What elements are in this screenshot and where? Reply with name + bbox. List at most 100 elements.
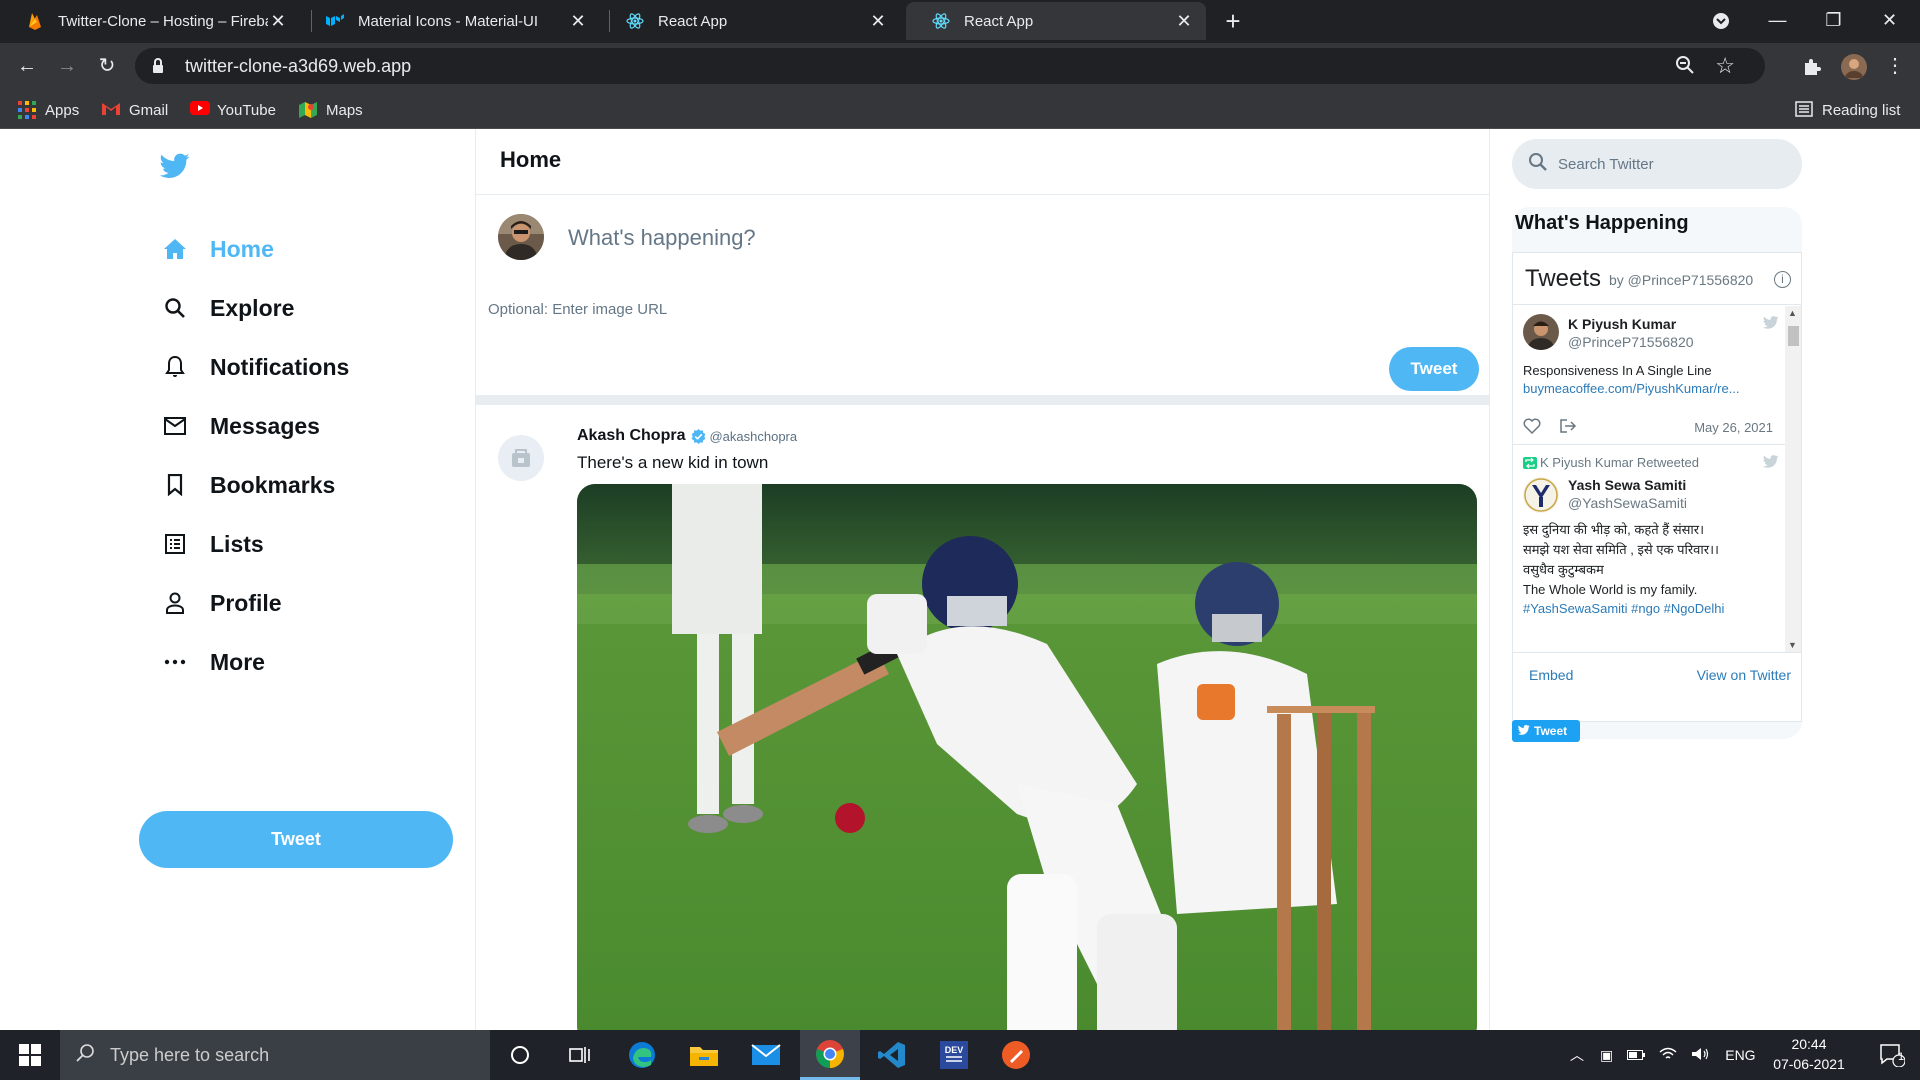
chrome-icon[interactable] bbox=[800, 1030, 860, 1080]
heart-icon[interactable] bbox=[1523, 418, 1541, 439]
widget-title: What's Happening bbox=[1515, 212, 1689, 234]
sidebar-item-explore[interactable]: Explore bbox=[160, 283, 294, 333]
tab-strip: Twitter-Clone – Hosting – Firebase ✕ Mat… bbox=[0, 0, 1920, 43]
share-icon[interactable] bbox=[1559, 418, 1577, 439]
embed-timeline[interactable]: K Piyush Kumar @PrinceP71556820 Responsi… bbox=[1513, 306, 1801, 652]
forward-button[interactable]: → bbox=[52, 51, 82, 81]
embed-tweet-name[interactable]: K Piyush Kumar bbox=[1568, 316, 1676, 332]
search-input[interactable]: Search Twitter bbox=[1512, 139, 1802, 189]
embed-by[interactable]: by @PrinceP71556820 bbox=[1609, 272, 1753, 288]
sidebar-item-lists[interactable]: Lists bbox=[160, 519, 264, 569]
scroll-up-arrow[interactable]: ▲ bbox=[1788, 308, 1798, 318]
info-icon[interactable]: i bbox=[1774, 271, 1791, 288]
menu-icon[interactable]: ⋮ bbox=[1880, 51, 1910, 81]
post-author-name[interactable]: Akash Chopra bbox=[577, 427, 685, 445]
tab-material-icons[interactable]: Material Icons - Material-UI ✕ bbox=[300, 2, 600, 40]
meet-now-icon[interactable]: ▣ bbox=[1600, 1047, 1613, 1064]
extensions-icon[interactable] bbox=[1797, 51, 1827, 81]
embed-scrollbar[interactable]: ▲ ▼ bbox=[1785, 306, 1801, 652]
taskbar-search-input[interactable]: Type here to search bbox=[60, 1030, 490, 1080]
cortana-icon[interactable] bbox=[490, 1030, 550, 1080]
postman-icon[interactable] bbox=[986, 1030, 1046, 1080]
embed-tweet-link[interactable]: buymeacoffee.com/PiyushKumar/re... bbox=[1523, 381, 1768, 396]
sidebar-item-bookmarks[interactable]: Bookmarks bbox=[160, 460, 335, 510]
sidebar-item-notifications[interactable]: Notifications bbox=[160, 342, 349, 392]
url-text[interactable]: twitter-clone-a3d69.web.app bbox=[185, 56, 411, 77]
scrollbar-thumb[interactable] bbox=[1788, 326, 1799, 346]
post-text: There's a new kid in town bbox=[577, 453, 769, 472]
windows-start-icon[interactable] bbox=[0, 1030, 60, 1080]
reading-list[interactable]: Reading list bbox=[1795, 97, 1900, 123]
profile-avatar[interactable] bbox=[1839, 51, 1869, 81]
battery-icon[interactable] bbox=[1627, 1047, 1646, 1063]
sidebar-item-more[interactable]: More bbox=[160, 637, 265, 687]
post-image[interactable] bbox=[577, 484, 1477, 1030]
reload-button[interactable]: ↻ bbox=[92, 51, 122, 81]
volume-icon[interactable] bbox=[1691, 1047, 1709, 1064]
twitter-bird-icon[interactable] bbox=[1762, 455, 1779, 473]
back-button[interactable]: ← bbox=[12, 51, 42, 81]
vscode-icon[interactable] bbox=[862, 1030, 922, 1080]
close-window-button[interactable]: ✕ bbox=[1862, 0, 1917, 40]
close-tab-icon[interactable]: ✕ bbox=[868, 11, 888, 32]
minimize-button[interactable]: — bbox=[1750, 0, 1805, 40]
address-bar[interactable]: twitter-clone-a3d69.web.app ☆ bbox=[135, 48, 1765, 84]
avatar bbox=[1523, 477, 1559, 513]
image-url-input[interactable]: Optional: Enter image URL bbox=[488, 301, 667, 318]
tab-react-app-1[interactable]: React App ✕ bbox=[600, 2, 900, 40]
bookmark-gmail[interactable]: Gmail bbox=[102, 97, 168, 123]
sidebar-item-label: Notifications bbox=[210, 353, 350, 380]
twitter-share-button[interactable]: Tweet bbox=[1512, 720, 1580, 742]
dev-icon[interactable]: DEV bbox=[924, 1030, 984, 1080]
clock-date: 07-06-2021 bbox=[1773, 1056, 1845, 1072]
tweet-input[interactable]: What's happening? bbox=[568, 225, 756, 251]
embed-link[interactable]: Embed bbox=[1529, 667, 1573, 683]
bookmark-maps[interactable]: Maps bbox=[299, 97, 363, 123]
tab-firebase[interactable]: Twitter-Clone – Hosting – Firebase ✕ bbox=[0, 2, 300, 40]
view-on-twitter-link[interactable]: View on Twitter bbox=[1697, 667, 1791, 683]
twitter-bird-icon[interactable] bbox=[1762, 316, 1779, 334]
home-icon bbox=[160, 234, 190, 264]
new-tab-button[interactable]: + bbox=[1218, 6, 1248, 36]
language-indicator[interactable]: ENG bbox=[1725, 1047, 1755, 1063]
sidebar-item-home[interactable]: Home bbox=[160, 224, 274, 274]
avatar bbox=[498, 435, 544, 481]
embed-tweet-name[interactable]: Yash Sewa Samiti bbox=[1568, 477, 1686, 493]
scroll-down-arrow[interactable]: ▼ bbox=[1788, 640, 1798, 650]
embed-tweet[interactable]: K Piyush Kumar Retweeted Yash Sewa Samit… bbox=[1513, 445, 1785, 652]
twitter-bird-icon[interactable] bbox=[159, 153, 196, 183]
wifi-icon[interactable] bbox=[1659, 1047, 1677, 1064]
maps-icon bbox=[299, 101, 317, 119]
sidebar-item-profile[interactable]: Profile bbox=[160, 578, 282, 628]
embed-tweet-handle[interactable]: @YashSewaSamiti bbox=[1568, 495, 1687, 511]
task-view-icon[interactable] bbox=[550, 1030, 610, 1080]
file-explorer-icon[interactable] bbox=[674, 1030, 734, 1080]
retweet-label[interactable]: K Piyush Kumar Retweeted bbox=[1540, 455, 1699, 470]
lock-icon[interactable] bbox=[151, 58, 165, 74]
tab-react-app-active[interactable]: React App ✕ bbox=[906, 2, 1206, 40]
tweet-button[interactable]: Tweet bbox=[1389, 347, 1479, 391]
bookmark-youtube[interactable]: YouTube bbox=[190, 97, 276, 123]
chevron-up-icon[interactable]: ︿ bbox=[1570, 1045, 1584, 1065]
bookmark-apps[interactable]: Apps bbox=[18, 97, 79, 123]
sidebar-tweet-button[interactable]: Tweet bbox=[139, 811, 453, 868]
embed-tweet[interactable]: K Piyush Kumar @PrinceP71556820 Responsi… bbox=[1513, 306, 1785, 466]
zoom-icon[interactable] bbox=[1675, 55, 1695, 80]
browser-chrome: Twitter-Clone – Hosting – Firebase ✕ Mat… bbox=[0, 0, 1920, 129]
star-icon[interactable]: ☆ bbox=[1715, 53, 1735, 79]
edge-icon[interactable] bbox=[612, 1030, 672, 1080]
close-tab-icon[interactable]: ✕ bbox=[1174, 11, 1194, 32]
taskbar-clock[interactable]: 20:44 07-06-2021 bbox=[1764, 1034, 1854, 1074]
notification-center-icon[interactable]: 1 bbox=[1864, 1030, 1920, 1080]
close-tab-icon[interactable]: ✕ bbox=[568, 11, 588, 32]
tab-search-icon[interactable] bbox=[1693, 0, 1748, 40]
embed-tweet-handle[interactable]: @PrinceP71556820 bbox=[1568, 334, 1694, 350]
embed-tweet-date[interactable]: May 26, 2021 bbox=[1694, 420, 1773, 435]
embed-tweet-hashtags[interactable]: #YashSewaSamiti #ngo #NgoDelhi bbox=[1523, 601, 1768, 616]
bookmark-label: Maps bbox=[326, 101, 363, 119]
sidebar-item-messages[interactable]: Messages bbox=[160, 401, 320, 451]
mail-app-icon[interactable] bbox=[736, 1030, 796, 1080]
close-tab-icon[interactable]: ✕ bbox=[268, 11, 288, 32]
restore-button[interactable]: ❐ bbox=[1806, 0, 1861, 40]
whats-happening-widget: What's Happening Tweets by @PrinceP71556… bbox=[1512, 207, 1802, 742]
